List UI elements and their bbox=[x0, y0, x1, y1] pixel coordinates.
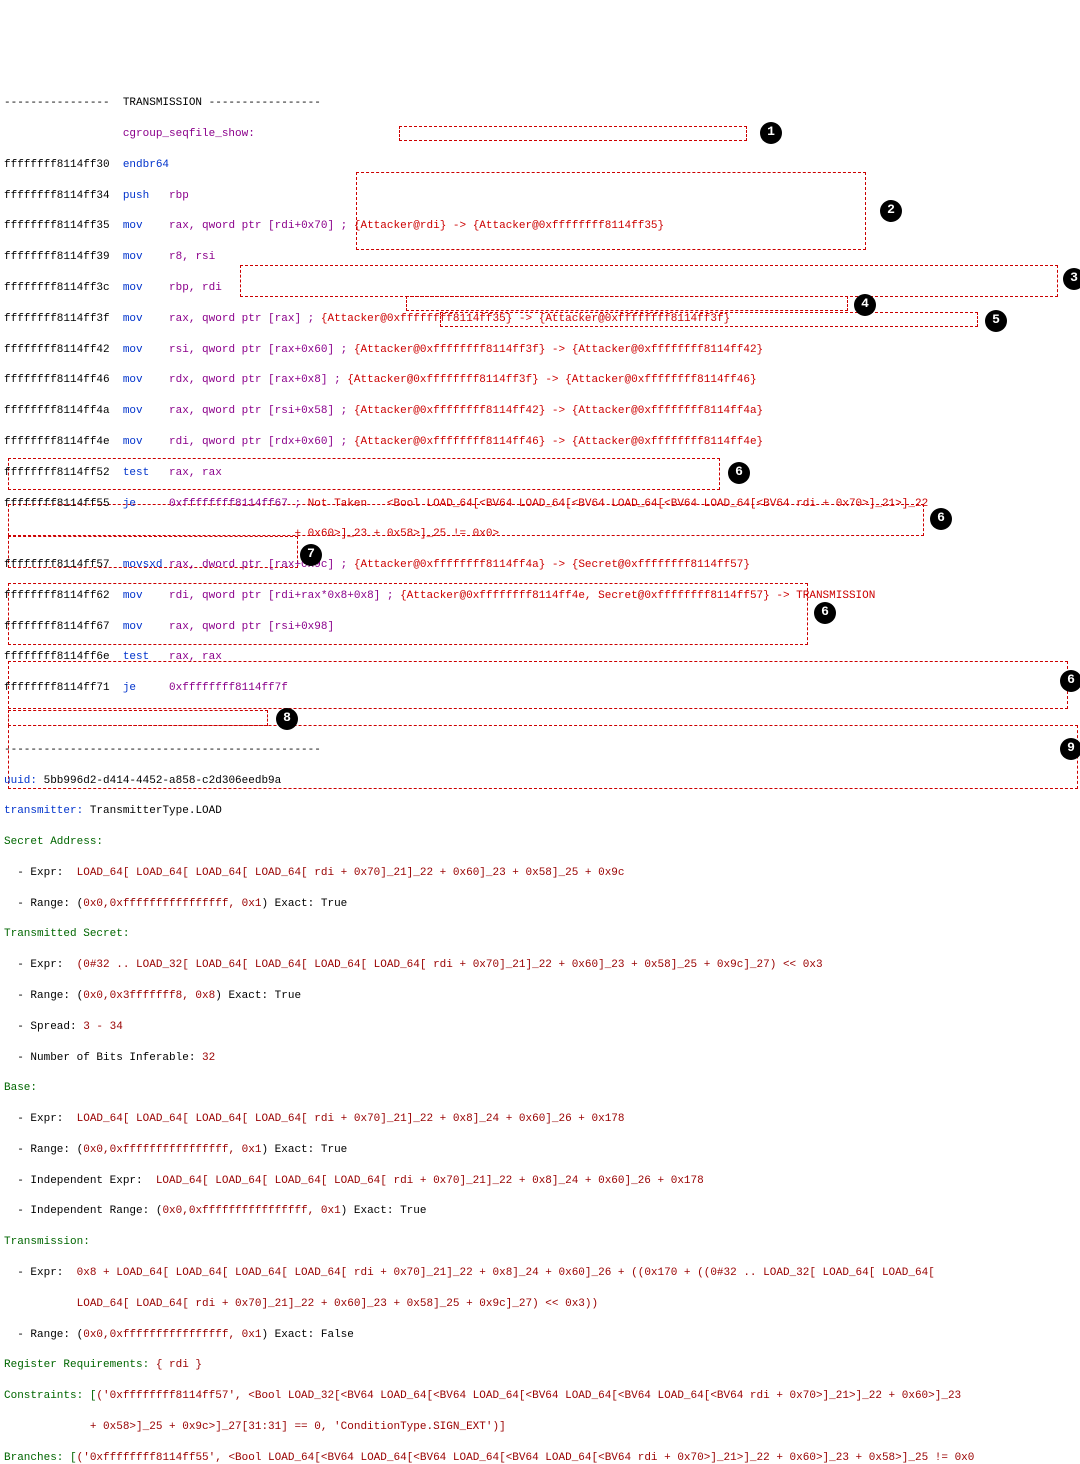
trans-secret-label: Transmitted Secret: bbox=[4, 927, 1076, 942]
base-expr: - Expr: LOAD_64[ LOAD_64[ LOAD_64[ LOAD_… bbox=[4, 1112, 1076, 1127]
badge-3: 3 bbox=[1063, 268, 1080, 290]
asm-line: ffffffff8114ff71 je 0xffffffff8114ff7f bbox=[4, 681, 1076, 696]
badge-6a: 6 bbox=[728, 462, 750, 484]
uuid-line: uuid: 5bb996d2-d414-4452-a858-c2d306eedb… bbox=[4, 774, 1076, 789]
asm-line: ffffffff8114ff57 movsxd rax, dword ptr [… bbox=[4, 558, 1076, 573]
transmission-header: ---------------- TRANSMISSION ----------… bbox=[4, 96, 1076, 111]
asm-line: ffffffff8114ff35 mov rax, qword ptr [rdi… bbox=[4, 219, 1076, 234]
asm-line: ffffffff8114ff52 test rax, rax bbox=[4, 466, 1076, 481]
transmitter-line: transmitter: TransmitterType.LOAD bbox=[4, 804, 1076, 819]
secret-addr-label: Secret Address: bbox=[4, 835, 1076, 850]
blank bbox=[4, 712, 1076, 727]
transmission-range: - Range: (0x0,0xffffffffffffffff, 0x1) E… bbox=[4, 1328, 1076, 1343]
badge-2: 2 bbox=[880, 200, 902, 222]
asm-line: ffffffff8114ff39 mov r8, rsi bbox=[4, 250, 1076, 265]
asm-line: ffffffff8114ff42 mov rsi, qword ptr [rax… bbox=[4, 343, 1076, 358]
asm-line: ffffffff8114ff55 je 0xffffffff8114ff67 ;… bbox=[4, 497, 1076, 512]
badge-7: 7 bbox=[300, 544, 322, 566]
constraints-line2: + 0x58>]_25 + 0x9c>]_27[31:31] == 0, 'Co… bbox=[4, 1420, 1076, 1435]
badge-6c: 6 bbox=[814, 602, 836, 624]
trans-secret-expr: - Expr: (0#32 .. LOAD_32[ LOAD_64[ LOAD_… bbox=[4, 958, 1076, 973]
badge-6b: 6 bbox=[930, 508, 952, 530]
func-name: cgroup_seqfile_show: bbox=[4, 127, 1076, 142]
asm-line: ffffffff8114ff30 endbr64 bbox=[4, 158, 1076, 173]
asm-line: ffffffff8114ff34 push rbp bbox=[4, 189, 1076, 204]
asm-line: ffffffff8114ff4e mov rdi, qword ptr [rdx… bbox=[4, 435, 1076, 450]
badge-9: 9 bbox=[1060, 738, 1080, 760]
asm-continuation: + 0x60>]_23 + 0x58>]_25 != 0x0> bbox=[4, 527, 1076, 542]
badge-6d: 6 bbox=[1060, 670, 1080, 692]
base-ind-expr: - Independent Expr: LOAD_64[ LOAD_64[ LO… bbox=[4, 1174, 1076, 1189]
asm-line: ffffffff8114ff4a mov rax, qword ptr [rsi… bbox=[4, 404, 1076, 419]
base-label: Base: bbox=[4, 1081, 1076, 1096]
asm-line: ffffffff8114ff6e test rax, rax bbox=[4, 650, 1076, 665]
secret-addr-expr: - Expr: LOAD_64[ LOAD_64[ LOAD_64[ LOAD_… bbox=[4, 866, 1076, 881]
badge-8: 8 bbox=[276, 708, 298, 730]
bits-line: - Number of Bits Inferable: 32 bbox=[4, 1051, 1076, 1066]
asm-line: ffffffff8114ff62 mov rdi, qword ptr [rdi… bbox=[4, 589, 1076, 604]
asm-line: ffffffff8114ff3c mov rbp, rdi bbox=[4, 281, 1076, 296]
secret-addr-range: - Range: (0x0,0xffffffffffffffff, 0x1) E… bbox=[4, 897, 1076, 912]
base-ind-range: - Independent Range: (0x0,0xffffffffffff… bbox=[4, 1204, 1076, 1219]
asm-line: ffffffff8114ff3f mov rax, qword ptr [rax… bbox=[4, 312, 1076, 327]
branches-line1: Branches: [('0xffffffff8114ff55', <Bool … bbox=[4, 1451, 1076, 1464]
badge-5: 5 bbox=[985, 310, 1007, 332]
trans-secret-range: - Range: (0x0,0x3fffffff8, 0x8) Exact: T… bbox=[4, 989, 1076, 1004]
badge-4: 4 bbox=[854, 294, 876, 316]
constraints-line1: Constraints: [('0xffffffff8114ff57', <Bo… bbox=[4, 1389, 1076, 1404]
badge-1: 1 bbox=[760, 122, 782, 144]
spread-line: - Spread: 3 - 34 bbox=[4, 1020, 1076, 1035]
asm-line: ffffffff8114ff46 mov rdx, qword ptr [rax… bbox=[4, 373, 1076, 388]
transmission-expr1: - Expr: 0x8 + LOAD_64[ LOAD_64[ LOAD_64[… bbox=[4, 1266, 1076, 1281]
divider: ----------------------------------------… bbox=[4, 743, 1076, 758]
base-range: - Range: (0x0,0xffffffffffffffff, 0x1) E… bbox=[4, 1143, 1076, 1158]
reg-req-line: Register Requirements: { rdi } bbox=[4, 1358, 1076, 1373]
transmission-expr2: LOAD_64[ LOAD_64[ rdi + 0x70]_21]_22 + 0… bbox=[4, 1297, 1076, 1312]
asm-line: ffffffff8114ff67 mov rax, qword ptr [rsi… bbox=[4, 620, 1076, 635]
transmission-label: Transmission: bbox=[4, 1235, 1076, 1250]
